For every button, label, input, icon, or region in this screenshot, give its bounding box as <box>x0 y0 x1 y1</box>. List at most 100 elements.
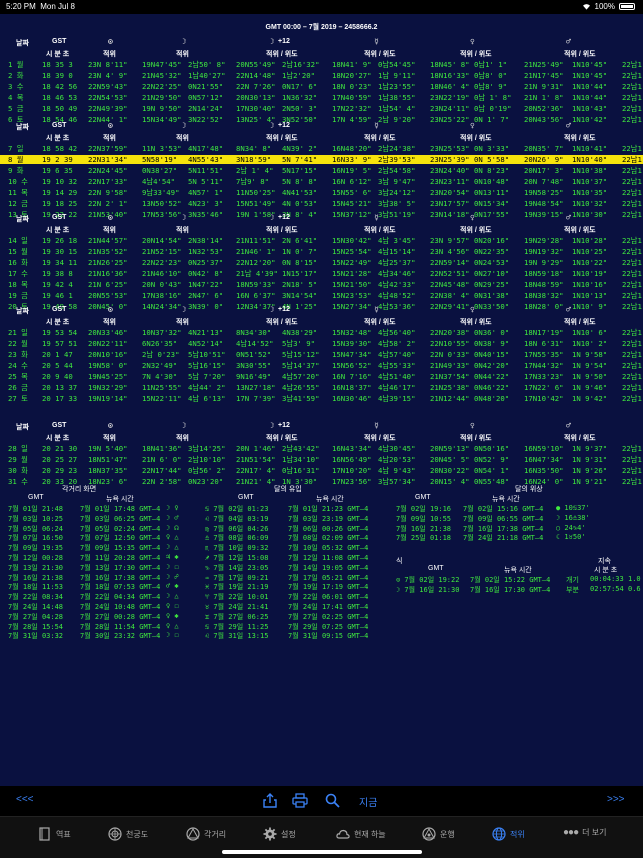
table-row[interactable]: 27 토 20 17 33 19N19'14" 15N22'11" 4남 6'13" 17… <box>0 394 643 403</box>
cell: 23N25'39" <box>430 155 470 164</box>
tab-declination[interactable]: 적위 <box>492 827 525 841</box>
table-row[interactable]: 30 화 20 29 23 18N37'35" 22N17'44" 0남56' 2" 22… <box>0 466 643 475</box>
cell: 22N 9'58" <box>88 188 128 197</box>
cell: 1남38'55" <box>378 93 416 102</box>
table-row[interactable]: 18 목 19 42 4 21N 6'25" 20N 0'43" 1N47'22" 18N… <box>0 280 643 289</box>
table-row[interactable]: 22 월 19 57 51 20N22'11" 6N26'35" 4N52'14" 4남1… <box>0 339 643 348</box>
table-row[interactable]: 20 토 19 49 58 20N45' 0" 14N24'34" 3N39' 0" 12… <box>0 302 643 311</box>
cell: 22N17'33" <box>88 177 128 186</box>
cell: 22남1 <box>622 236 642 245</box>
bottom-toolbar: <<< 지금 >>> <box>0 786 643 816</box>
cell: 23N24'40" <box>430 166 470 175</box>
cell: 1N10'44" <box>572 93 608 102</box>
table-row[interactable]: 9 화 19 6 35 22N24'45" 0N38'27" 5N11'51" 2남 1'… <box>0 166 643 175</box>
table-row[interactable]: 16 화 19 34 11 21N26'25" 22N22'23" 0N25'37" 22… <box>0 258 643 267</box>
cell: 15N34'49" <box>142 115 182 124</box>
table-row[interactable]: 11 목 19 14 29 22N 9'58" 9남33'49" 4N57' 1" 11N… <box>0 188 643 197</box>
table-row[interactable]: 25 목 20 9 40 19N45'25" 7N 4'30" 5남 7'20" 9N16… <box>0 372 643 381</box>
cell: 23N 9'57" <box>430 236 470 245</box>
eclipse-duration: 00:04:33 <box>590 575 624 583</box>
angle-local-header: 뉴욕 시간 <box>106 496 134 503</box>
cell: 2남43'42" <box>282 444 320 453</box>
tab-ephemeris[interactable]: 역표 <box>38 827 71 841</box>
table-row[interactable]: 21 일 19 53 54 20N33'46" 10N37'32" 4N21'13" 8N… <box>0 328 643 337</box>
moon-icon: ☽ <box>182 37 187 46</box>
declination-table-view[interactable]: GMT 00:00 – 7월 2019 – 2458666.2 ⊙ ☽ ☽ +12 ☿ ♀… <box>0 14 643 786</box>
eclipse-gmt: ☽ 7월 16일 21:30 <box>396 585 460 594</box>
tab-current-sky[interactable]: 현재 하늘 <box>336 827 386 841</box>
table-row[interactable]: 15 월 19 30 15 21N35'52" 21N52'15" 1N32'53" 21… <box>0 247 643 256</box>
tab-aspects[interactable]: 각거리 <box>186 827 226 841</box>
cell: 17N53'56" <box>142 210 182 219</box>
cell: 18N41' 9" <box>332 60 372 69</box>
cell: 18N48'59" <box>524 280 564 289</box>
phase-position: ○ 24♑4' <box>556 523 586 532</box>
now-button[interactable]: 지금 <box>359 794 377 809</box>
mars-icon: ♂ <box>566 37 571 46</box>
cell: 0N29'25" <box>474 280 510 289</box>
cell: 20N45' 5" <box>430 455 470 464</box>
cell: 21N37'54" <box>430 372 470 381</box>
cell: 17N44'32" <box>524 361 564 370</box>
plus12-label: +12 <box>278 306 290 313</box>
angle-local: 7월 07일 12:50 GMT–4 <box>80 534 161 543</box>
table-row[interactable]: 12 금 19 18 25 22N 2' 1" 13N50'52" 4N23' 3" 15… <box>0 199 643 208</box>
cell: 19N19'14" <box>88 394 128 403</box>
cell: 21N25'49" <box>524 60 564 69</box>
table-row[interactable]: 29 월 20 25 27 18N51'47" 21N 6' 0" 2남10'10" 21… <box>0 455 643 464</box>
cell: 22남1 <box>622 166 642 175</box>
col-header-radec2: 적위 / 위도 <box>460 227 492 234</box>
cell: 19 10 32 <box>42 177 78 186</box>
table-row[interactable]: 2 화 18 39 0 23N 4' 9" 21N45'32" 1남40'27" 22N1… <box>0 71 643 80</box>
cell: 0남1' 1" <box>474 60 508 69</box>
cell: 4N38'29" <box>282 328 318 337</box>
status-date: Mon Jul 8 <box>40 2 75 11</box>
cell: 16N30'46" <box>332 394 372 403</box>
tab-horoscope[interactable]: 천궁도 <box>108 827 148 841</box>
table-row[interactable]: 8 월 19 2 39 22N31'34" 5N58'19" 4N55'43" 3N18'… <box>0 155 643 164</box>
cell: 19 6 35 <box>42 166 73 175</box>
table-row[interactable]: 24 수 20 5 44 19N58' 0" 2N32'49" 5남16'15" 3N30… <box>0 361 643 370</box>
table-row[interactable]: 5 금 18 50 49 22N49'39" 19N 9'50" 2N14'24" 17N… <box>0 104 643 113</box>
cell: 1남34'10" <box>282 455 320 464</box>
cell: 5N 7'41" <box>282 155 318 164</box>
table-row[interactable]: 31 수 20 33 20 18N23' 6" 22N 2'58" 0N23'20" 21… <box>0 477 643 486</box>
cell: 1N10'38" <box>572 166 608 175</box>
tab-more[interactable]: ●●● 더 보기 <box>563 827 606 838</box>
table-row[interactable]: 17 수 19 38 8 21N16'36" 21N46'10" 0N42' 8" 21남… <box>0 269 643 278</box>
prev-button[interactable]: <<< <box>16 794 34 805</box>
ingress-gmt: ♒ 7월 17일 09:21 <box>205 573 269 582</box>
cell: 1N10'37" <box>572 177 608 186</box>
tab-settings[interactable]: 설정 <box>263 827 296 841</box>
table-row[interactable]: 1 월 18 35 3 23N 8'11" 19N47'45" 2남50' 8" 20N5… <box>0 60 643 69</box>
share-icon[interactable] <box>263 793 277 808</box>
cell: 1N10'35" <box>572 188 608 197</box>
angle-local: 7월 03일 06:25 GMT–4 <box>80 514 161 523</box>
table-row[interactable]: 23 화 20 1 47 20N10'16" 2남 0'23" 5남10'51" 0N51… <box>0 350 643 359</box>
table-row[interactable]: 3 수 18 42 56 22N59'43" 22N22'25" 0N21'55" 22N… <box>0 82 643 91</box>
cell: 2 화 <box>8 71 24 80</box>
angle-gmt: 7월 01일 21:48 <box>8 505 64 513</box>
table-row[interactable]: 28 일 20 21 30 19N 5'40" 18N41'36" 3남14'25" 20… <box>0 444 643 453</box>
table-row[interactable]: 6 토 18 54 46 22N44' 1" 15N34'49" 3N22'52" 13N… <box>0 115 643 124</box>
table-row[interactable]: 19 금 19 46 1 20N55'53" 17N38'16" 2N47' 6" 16N… <box>0 291 643 300</box>
table-row[interactable]: 7 일 18 58 42 22N37'59" 11N 3'53" 4N17'48" 8N3… <box>0 144 643 153</box>
table-row[interactable]: 14 일 19 26 18 21N44'57" 20N14'54" 2N38'14" 21… <box>0 236 643 245</box>
cell: 19 26 18 <box>42 236 78 245</box>
col-header-date: 날짜 <box>16 40 29 47</box>
next-button[interactable]: >>> <box>607 794 625 805</box>
tab-transits[interactable]: 운행 <box>422 827 455 841</box>
phase-local: 7월 02일 15:16 GMT–4 <box>463 505 544 513</box>
table-row[interactable]: 26 금 20 13 37 19N32'29" 11N25'55" 4남44' 2" 13… <box>0 383 643 392</box>
print-icon[interactable] <box>292 793 308 808</box>
cell: 1N10'32" <box>572 199 608 208</box>
search-icon[interactable] <box>325 793 340 808</box>
table-row[interactable]: 13 토 19 22 22 21N53'40" 17N53'56" 3N35'46" 19… <box>0 210 643 219</box>
cell: 1N10'44" <box>572 82 608 91</box>
cell: 1남54' 4" <box>378 104 416 113</box>
table-row[interactable]: 4 목 18 46 53 22N54'53" 21N29'50" 0N57'12" 20N… <box>0 93 643 102</box>
angle-gmt: 7월 05일 06:24 <box>8 524 64 533</box>
cell: 15N25'54" <box>332 247 372 256</box>
cell: 19N48'54" <box>524 199 564 208</box>
table-row[interactable]: 10 수 19 10 32 22N17'33" 4남4'54" 5N 5'11" 7남9'… <box>0 177 643 186</box>
